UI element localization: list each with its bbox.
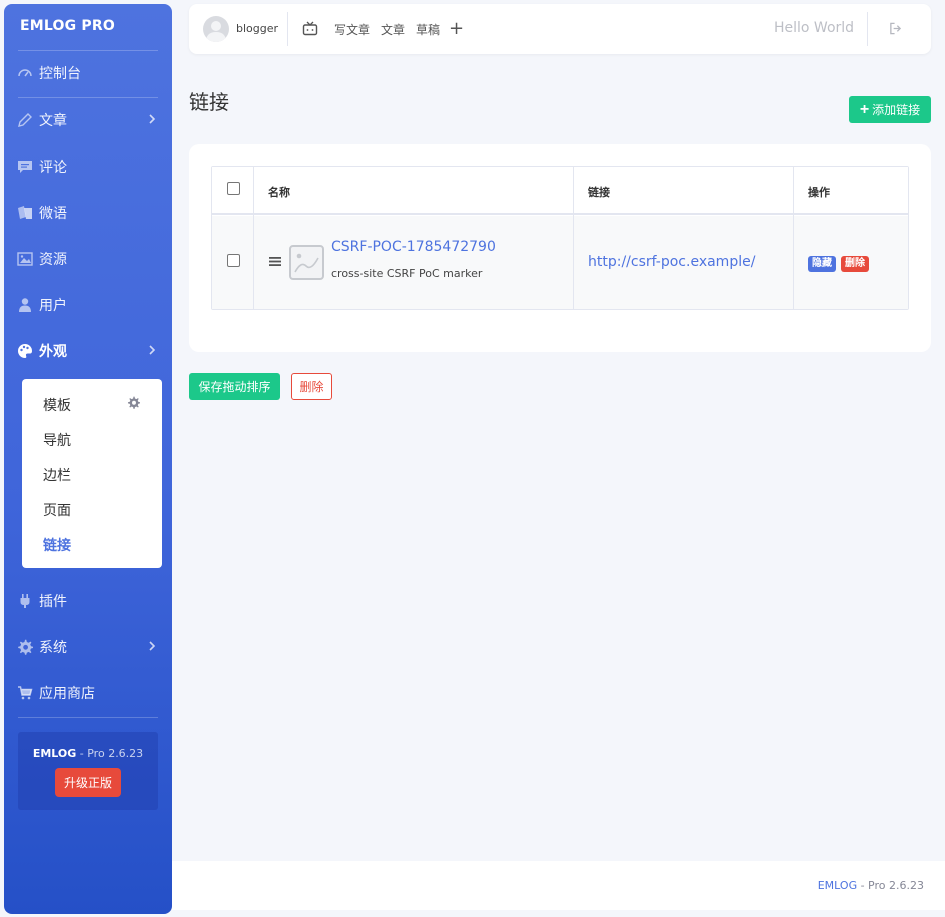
submenu-item-pages[interactable]: 页面 bbox=[43, 500, 71, 520]
header-link: 链接 bbox=[588, 186, 610, 199]
delete-button[interactable]: 删除 bbox=[291, 373, 332, 400]
plug-icon bbox=[16, 592, 34, 610]
brand-logo[interactable]: EMLOG PRO bbox=[20, 18, 115, 34]
sidebar-item-label: 控制台 bbox=[39, 66, 81, 82]
sidebar-item-label: 外观 bbox=[39, 344, 67, 360]
pro-version-box: EMLOG - Pro 2.6.23 升级正版 bbox=[18, 732, 158, 810]
table-header-row: 名称 链接 操作 bbox=[212, 167, 908, 215]
appearance-submenu: 模板 导航 边栏 页面 链接 bbox=[22, 379, 162, 568]
sidebar-item-app-store[interactable]: 应用商店 bbox=[16, 679, 160, 707]
select-all-checkbox[interactable] bbox=[227, 182, 240, 195]
version-text: EMLOG - Pro 2.6.23 bbox=[18, 747, 158, 760]
link-thumbnail bbox=[289, 245, 324, 280]
comment-icon bbox=[16, 158, 34, 176]
topbar-divider bbox=[287, 12, 288, 46]
sidebar-item-label: 插件 bbox=[39, 594, 67, 610]
palette-icon bbox=[16, 342, 34, 360]
column-divider bbox=[793, 167, 794, 309]
sidebar-item-label: 资源 bbox=[39, 252, 67, 268]
add-link-button[interactable]: + 添加链接 bbox=[849, 96, 931, 123]
submenu-item-templates[interactable]: 模板 bbox=[43, 395, 71, 415]
header-actions: 操作 bbox=[808, 186, 830, 199]
chevron-right-icon bbox=[149, 114, 156, 124]
site-title-link[interactable]: Hello World bbox=[774, 20, 854, 36]
topbar: blogger 写文章 文章 草稿 + Hello World bbox=[189, 4, 931, 54]
avatar[interactable] bbox=[203, 16, 229, 42]
link-description: cross-site CSRF PoC marker bbox=[331, 267, 483, 280]
cart-icon bbox=[16, 684, 34, 702]
gear-icon bbox=[16, 638, 34, 656]
sidebar-item-articles[interactable]: 文章 bbox=[16, 106, 160, 134]
logout-icon[interactable] bbox=[889, 22, 902, 35]
link-name[interactable]: CSRF-POC-1785472790 bbox=[331, 239, 496, 255]
drag-handle-icon[interactable] bbox=[269, 256, 281, 267]
submenu-item-links[interactable]: 链接 bbox=[43, 535, 71, 555]
submenu-item-sidebar[interactable]: 边栏 bbox=[43, 465, 71, 485]
footer-version: EMLOG - Pro 2.6.23 bbox=[818, 879, 924, 892]
sidebar-item-users[interactable]: 用户 bbox=[16, 291, 160, 319]
image-icon bbox=[16, 250, 34, 268]
cards-icon bbox=[16, 204, 34, 222]
dashboard-icon bbox=[16, 64, 34, 82]
upgrade-button[interactable]: 升级正版 bbox=[54, 768, 121, 797]
tv-icon[interactable] bbox=[302, 21, 318, 36]
sidebar-item-dashboard[interactable]: 控制台 bbox=[16, 59, 160, 87]
new-plus-button[interactable]: + bbox=[449, 18, 464, 39]
footer-version-number: - Pro 2.6.23 bbox=[857, 879, 924, 892]
footer-brand-link[interactable]: EMLOG bbox=[818, 879, 857, 892]
delete-badge[interactable]: 删除 bbox=[841, 256, 869, 272]
version-brand: EMLOG bbox=[32, 747, 77, 760]
sidebar: EMLOG PRO 控制台 文章 评论 微语 资源 用户 外观 模板 导航 边栏… bbox=[4, 4, 172, 914]
column-divider bbox=[573, 167, 574, 309]
table-row: CSRF-POC-1785472790 cross-site CSRF PoC … bbox=[212, 216, 908, 309]
gear-icon[interactable] bbox=[127, 396, 140, 409]
plus-icon: + bbox=[859, 100, 870, 118]
sidebar-item-label: 应用商店 bbox=[39, 686, 95, 702]
row-checkbox[interactable] bbox=[227, 254, 240, 267]
sidebar-item-system[interactable]: 系统 bbox=[16, 633, 160, 661]
sidebar-item-comments[interactable]: 评论 bbox=[16, 153, 160, 181]
sidebar-item-label: 微语 bbox=[39, 206, 67, 222]
hide-badge[interactable]: 隐藏 bbox=[808, 256, 836, 272]
sidebar-item-label: 文章 bbox=[39, 113, 67, 129]
chevron-right-icon bbox=[149, 345, 156, 355]
sidebar-item-label: 用户 bbox=[39, 298, 67, 314]
sidebar-item-plugins[interactable]: 插件 bbox=[16, 587, 160, 615]
sidebar-divider bbox=[18, 717, 158, 718]
topbar-divider bbox=[867, 12, 868, 46]
sidebar-item-microblog[interactable]: 微语 bbox=[16, 199, 160, 227]
articles-link[interactable]: 文章 bbox=[381, 21, 405, 38]
pencil-icon bbox=[16, 111, 34, 129]
write-article-link[interactable]: 写文章 bbox=[334, 21, 370, 38]
add-link-label: 添加链接 bbox=[872, 103, 921, 117]
chevron-right-icon bbox=[149, 641, 156, 651]
submenu-item-navigation[interactable]: 导航 bbox=[43, 430, 71, 450]
link-url[interactable]: http://csrf-poc.example/ bbox=[588, 254, 755, 270]
sidebar-item-label: 系统 bbox=[39, 640, 67, 656]
page-title: 链接 bbox=[189, 90, 229, 114]
user-icon bbox=[16, 296, 34, 314]
sidebar-item-appearance[interactable]: 外观 bbox=[16, 337, 160, 365]
header-name: 名称 bbox=[268, 186, 290, 199]
username[interactable]: blogger bbox=[236, 22, 278, 35]
links-table: 名称 链接 操作 CSRF-POC-1785472790 cross-site … bbox=[211, 166, 909, 310]
links-card: 名称 链接 操作 CSRF-POC-1785472790 cross-site … bbox=[189, 144, 931, 352]
sidebar-item-resources[interactable]: 资源 bbox=[16, 245, 160, 273]
sidebar-divider bbox=[18, 97, 158, 98]
image-placeholder-icon bbox=[294, 253, 319, 273]
save-order-button[interactable]: 保存拖动排序 bbox=[189, 373, 280, 400]
sidebar-divider bbox=[18, 50, 158, 51]
version-number: - Pro 2.6.23 bbox=[76, 747, 144, 760]
footer: EMLOG - Pro 2.6.23 bbox=[172, 861, 945, 910]
sidebar-item-label: 评论 bbox=[39, 160, 67, 176]
drafts-link[interactable]: 草稿 bbox=[416, 21, 440, 38]
column-divider bbox=[253, 167, 254, 309]
